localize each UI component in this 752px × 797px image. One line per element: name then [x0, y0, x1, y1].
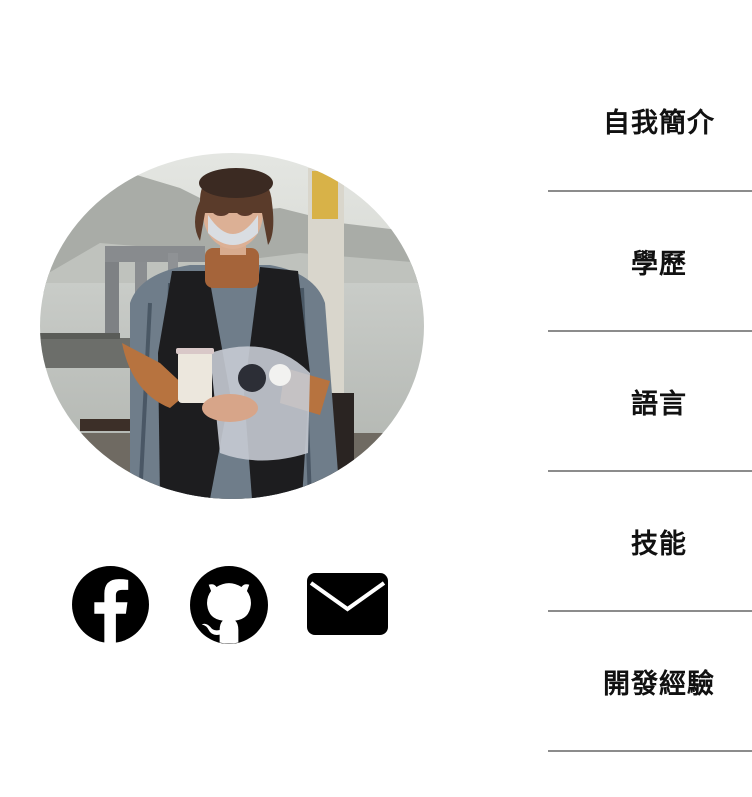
nav-item-label: 語言	[631, 388, 687, 420]
section-nav: 自我簡介 學歷 語言 技能 開發經驗	[548, 50, 752, 752]
nav-item-label: 開發經驗	[603, 668, 715, 700]
github-icon	[190, 566, 268, 644]
social-links	[72, 566, 402, 646]
nav-item-experience[interactable]: 開發經驗	[548, 612, 752, 752]
github-link[interactable]	[190, 566, 268, 644]
profile-page: 自我簡介 學歷 語言 技能 開發經驗	[0, 0, 752, 797]
photo-illustration	[40, 153, 424, 499]
mail-icon	[307, 573, 388, 635]
nav-item-education[interactable]: 學歷	[548, 192, 752, 332]
nav-item-label: 技能	[631, 528, 687, 560]
email-link[interactable]	[307, 573, 388, 635]
facebook-icon	[72, 566, 149, 643]
nav-item-languages[interactable]: 語言	[548, 332, 752, 472]
nav-item-label: 學歷	[631, 248, 687, 280]
nav-item-introduction[interactable]: 自我簡介	[548, 50, 752, 192]
facebook-link[interactable]	[72, 566, 149, 643]
nav-item-skills[interactable]: 技能	[548, 472, 752, 612]
nav-item-label: 自我簡介	[603, 107, 715, 139]
profile-photo	[40, 153, 424, 499]
